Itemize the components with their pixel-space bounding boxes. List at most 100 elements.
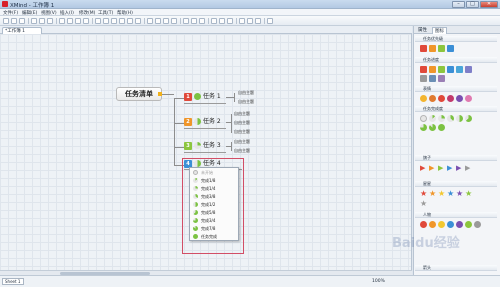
menu-item-1-2[interactable]: 完成1/2 bbox=[191, 201, 238, 209]
person-blue-icon[interactable] bbox=[447, 221, 454, 228]
print-icon[interactable] bbox=[31, 18, 37, 24]
orange-star-icon[interactable]: ★ bbox=[429, 189, 436, 198]
progress-7-8-icon[interactable] bbox=[429, 124, 436, 131]
subtopic[interactable]: 自由主题 bbox=[234, 111, 250, 117]
close-button[interactable]: ✕ bbox=[480, 1, 498, 8]
gray-flag-icon[interactable]: ▶ bbox=[465, 164, 470, 172]
number-8-icon[interactable] bbox=[429, 75, 436, 82]
purple-flag-icon[interactable]: ▶ bbox=[456, 164, 461, 172]
subtopic[interactable]: 自由主题 bbox=[234, 139, 250, 145]
person-gray-icon[interactable] bbox=[474, 221, 481, 228]
zoom-in-icon[interactable] bbox=[211, 18, 217, 24]
cry-icon[interactable] bbox=[447, 95, 454, 102]
progress-1-4-icon[interactable] bbox=[438, 115, 445, 122]
menu-item-3-4[interactable]: 完成3/4 bbox=[191, 217, 238, 225]
surprise-icon[interactable] bbox=[456, 95, 463, 102]
search-icon[interactable] bbox=[239, 18, 245, 24]
subtopic[interactable]: 自由主题 bbox=[234, 129, 250, 135]
zoom-out-icon[interactable] bbox=[219, 18, 225, 24]
new-icon[interactable] bbox=[3, 18, 9, 24]
number-6-icon[interactable] bbox=[465, 66, 472, 73]
person-red-icon[interactable] bbox=[420, 221, 427, 228]
topic-task-2[interactable]: 任务 2 bbox=[203, 117, 221, 127]
subtopic[interactable]: 自由主题 bbox=[234, 148, 250, 154]
maximize-button[interactable]: □ bbox=[466, 1, 479, 8]
task-progress-icon[interactable] bbox=[194, 160, 201, 167]
section-header[interactable]: 箭头 bbox=[415, 265, 497, 271]
delete-icon[interactable] bbox=[83, 18, 89, 24]
boundary-icon[interactable] bbox=[127, 18, 133, 24]
blue-star-icon[interactable]: ★ bbox=[447, 189, 454, 198]
red-flag-icon[interactable]: ▶ bbox=[420, 164, 425, 172]
subtopic[interactable]: 自由主题 bbox=[234, 120, 250, 126]
smiley-icon[interactable] bbox=[420, 95, 427, 102]
topic-task-1[interactable]: 任务 1 bbox=[203, 92, 221, 102]
presentation-icon[interactable] bbox=[255, 18, 261, 24]
number-7-icon[interactable] bbox=[420, 75, 427, 82]
menu-item-done[interactable]: 任务完成 bbox=[191, 233, 238, 241]
summary-icon[interactable] bbox=[135, 18, 141, 24]
undo-icon[interactable] bbox=[39, 18, 45, 24]
red-star-icon[interactable]: ★ bbox=[420, 189, 427, 198]
person-orange-icon[interactable] bbox=[429, 221, 436, 228]
priority-4-icon[interactable] bbox=[447, 45, 454, 52]
section-header[interactable]: 任务完成度 bbox=[415, 106, 497, 112]
progress-0-icon[interactable] bbox=[420, 115, 427, 122]
outline-icon[interactable] bbox=[247, 18, 253, 24]
central-topic[interactable]: 任务清单 bbox=[116, 87, 162, 101]
section-header[interactable]: 旗子 bbox=[415, 155, 497, 161]
subtopic[interactable]: 自由主题 bbox=[238, 99, 254, 105]
priority-2-icon[interactable] bbox=[429, 45, 436, 52]
paste-icon[interactable] bbox=[75, 18, 81, 24]
priority-1-icon[interactable] bbox=[420, 45, 427, 52]
purple-star-icon[interactable]: ★ bbox=[456, 189, 463, 198]
number-3-icon[interactable] bbox=[438, 66, 445, 73]
redo-icon[interactable] bbox=[47, 18, 53, 24]
section-header[interactable]: 任务优先级 bbox=[415, 36, 497, 42]
floating-topic-icon[interactable] bbox=[111, 18, 117, 24]
note-icon[interactable] bbox=[191, 18, 197, 24]
marker-icon[interactable] bbox=[147, 18, 153, 24]
section-header[interactable]: 星星 bbox=[415, 181, 497, 187]
progress-1-8-icon[interactable] bbox=[429, 115, 436, 122]
zoom-level[interactable]: 100% bbox=[372, 279, 385, 284]
topic-icon[interactable] bbox=[95, 18, 101, 24]
angry-icon[interactable] bbox=[438, 95, 445, 102]
progress-1-2-icon[interactable] bbox=[456, 115, 463, 122]
number-9-icon[interactable] bbox=[438, 75, 445, 82]
gray-star-icon[interactable]: ★ bbox=[420, 199, 427, 208]
laugh-icon[interactable] bbox=[429, 95, 436, 102]
hyperlink-icon[interactable] bbox=[163, 18, 169, 24]
minimize-button[interactable]: – bbox=[452, 1, 465, 8]
green-flag-icon[interactable]: ▶ bbox=[438, 164, 443, 172]
number-2-icon[interactable] bbox=[429, 66, 436, 73]
image-icon[interactable] bbox=[155, 18, 161, 24]
progress-done-icon[interactable] bbox=[438, 124, 445, 131]
progress-3-8-icon[interactable] bbox=[447, 115, 454, 122]
tab-workbook-1[interactable]: *工作簿 1 bbox=[2, 27, 42, 34]
section-header[interactable]: 表情 bbox=[415, 86, 497, 92]
comment-icon[interactable] bbox=[199, 18, 205, 24]
yellow-star-icon[interactable]: ★ bbox=[438, 189, 445, 198]
open-icon[interactable] bbox=[11, 18, 17, 24]
subtopic-icon[interactable] bbox=[103, 18, 109, 24]
subtopic[interactable]: 自由主题 bbox=[238, 90, 254, 96]
menu-item-7-8[interactable]: 完成7/8 bbox=[191, 225, 238, 233]
blue-flag-icon[interactable]: ▶ bbox=[447, 164, 452, 172]
menu-item-not-started[interactable]: 未开始 bbox=[191, 169, 238, 177]
number-5-icon[interactable] bbox=[456, 66, 463, 73]
section-header[interactable]: 人物 bbox=[415, 212, 497, 218]
green-star-icon[interactable]: ★ bbox=[465, 189, 472, 198]
number-1-icon[interactable] bbox=[420, 66, 427, 73]
person-yellow-icon[interactable] bbox=[438, 221, 445, 228]
person-purple-icon[interactable] bbox=[456, 221, 463, 228]
relationship-icon[interactable] bbox=[119, 18, 125, 24]
menu-item-1-8[interactable]: 完成1/8 bbox=[191, 177, 238, 185]
tab-properties[interactable]: 属性 bbox=[416, 27, 429, 34]
label-icon[interactable] bbox=[183, 18, 189, 24]
priority-3-icon[interactable] bbox=[438, 45, 445, 52]
progress-5-8-icon[interactable] bbox=[465, 115, 472, 122]
topic-task-3[interactable]: 任务 3 bbox=[203, 141, 221, 151]
attachment-icon[interactable] bbox=[171, 18, 177, 24]
section-header[interactable]: 任务进度 bbox=[415, 57, 497, 63]
